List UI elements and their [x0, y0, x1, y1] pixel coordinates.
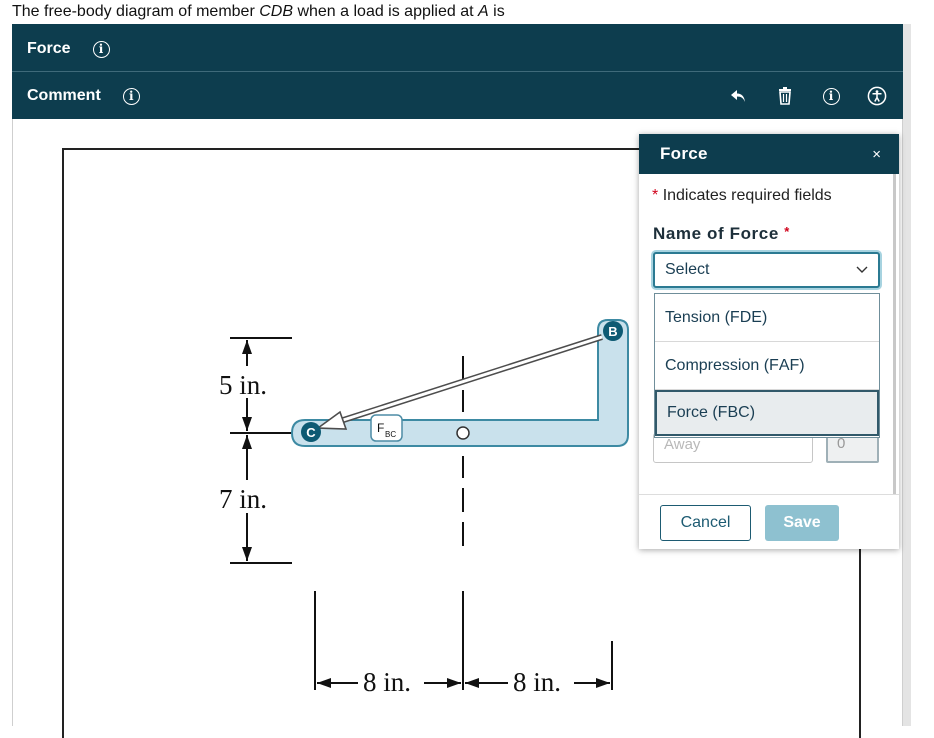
panel-scrollbar[interactable] [893, 174, 896, 494]
point-b-label: B [608, 324, 617, 339]
cancel-button[interactable]: Cancel [660, 505, 751, 541]
dropdown-option-force-bc[interactable]: Force (F BC) [655, 390, 879, 436]
select-value: Select [665, 261, 710, 278]
panel-divider [639, 494, 899, 495]
point-b-marker[interactable]: B [603, 321, 623, 341]
dimension-8in-left: 8 in. [363, 667, 411, 697]
dimension-8in-right: 8 in. [513, 667, 561, 697]
point-c-marker[interactable]: C [301, 422, 321, 442]
force-arrow-bc[interactable] [315, 334, 603, 430]
pin-hole [456, 426, 470, 440]
panel-header: Force × [639, 134, 899, 174]
close-icon[interactable]: × [872, 146, 881, 163]
chevron-down-icon [856, 266, 868, 273]
horizontal-dimension [314, 591, 613, 690]
dropdown-option-compression[interactable]: Compression (F AF) [655, 342, 879, 390]
force-name-select[interactable]: Select [653, 252, 880, 288]
required-note: * Indicates required fields [652, 187, 832, 204]
save-button[interactable]: Save [765, 505, 839, 541]
panel-title: Force [660, 144, 708, 163]
force-name-dropdown: Tension (F DE) Compression (F AF) Force (F… [654, 293, 880, 438]
force-tag-sub: BC [385, 430, 396, 439]
dropdown-option-tension[interactable]: Tension (F DE) [655, 294, 879, 342]
force-tag[interactable]: F BC [370, 414, 403, 442]
point-c-label: C [306, 425, 316, 440]
dimension-5in: 5 in. [219, 370, 267, 400]
name-of-force-label: Name of Force * [653, 224, 790, 243]
force-panel: Force × * Indicates required fields Name… [639, 134, 899, 549]
force-tag-main: F [377, 421, 384, 435]
required-star: * [652, 187, 659, 204]
required-star: * [784, 224, 790, 239]
dimension-7in: 7 in. [219, 484, 267, 514]
